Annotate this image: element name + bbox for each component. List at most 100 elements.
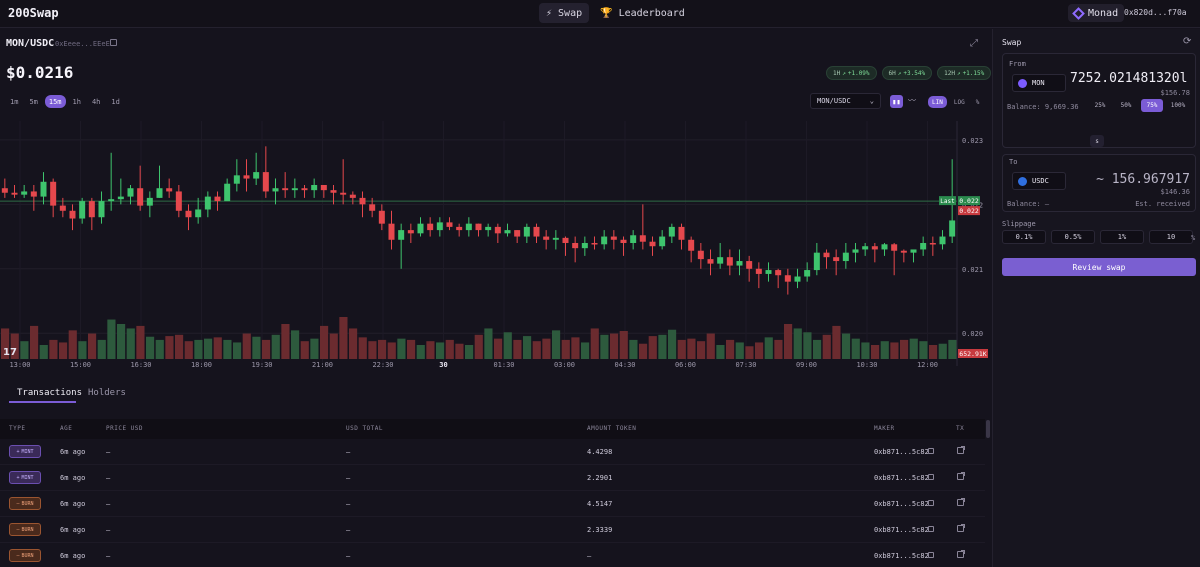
candle-body (50, 181, 57, 206)
type-badge: — BURN (9, 497, 41, 510)
copy-icon[interactable] (110, 39, 117, 46)
app-logo[interactable]: 200Swap (8, 6, 59, 20)
nav-leaderboard[interactable]: 🏆 Leaderboard (593, 3, 692, 23)
external-link-icon[interactable] (957, 524, 965, 532)
scale-log[interactable]: LOG (950, 96, 969, 108)
table-scrollbar[interactable] (986, 420, 990, 438)
to-token-select[interactable]: USDC (1012, 172, 1066, 190)
copy-icon[interactable] (928, 526, 934, 532)
volume-bar (455, 343, 464, 359)
from-amount-input[interactable]: 7252.021481320l (1070, 71, 1194, 86)
external-link-icon[interactable] (957, 550, 965, 558)
candle-body (253, 172, 260, 179)
candle-body (475, 223, 482, 231)
timeframe-15m[interactable]: 15m (44, 95, 66, 108)
nav-swap[interactable]: ⚡ Swap (539, 3, 590, 23)
candle-body (746, 261, 753, 269)
volume-bar (378, 339, 387, 359)
candle-body (233, 175, 240, 184)
scale-lin[interactable]: LIN (928, 96, 947, 108)
network-selector[interactable]: Monad (1068, 4, 1125, 22)
scale-percent[interactable]: % (972, 96, 984, 108)
to-amount: ~ 156.967917 (1096, 172, 1190, 187)
candle-body (456, 226, 463, 231)
timeframe-1d[interactable]: 1d (107, 95, 123, 108)
candle-body (939, 236, 946, 245)
volume-bar (552, 330, 561, 359)
slippage-custom-input[interactable]: 10 (1149, 230, 1193, 244)
slippage-0-5[interactable]: 0.5% (1051, 230, 1095, 244)
volume-bar (571, 337, 580, 359)
external-link-icon[interactable] (957, 446, 965, 454)
wallet-address[interactable]: 0x820d...f70a (1124, 8, 1187, 17)
candle-body (204, 196, 211, 210)
copy-icon[interactable] (928, 474, 934, 480)
review-swap-button[interactable]: Review swap (1002, 258, 1196, 276)
expand-icon[interactable]: ⤢ (970, 38, 978, 49)
volume-bar (349, 328, 358, 359)
candle-body (910, 249, 917, 253)
candle-body (388, 223, 395, 240)
timeframe-1m[interactable]: 1m (6, 95, 22, 108)
maker-cell[interactable]: 0xb871...5c82 (874, 500, 929, 508)
amount-cell: 4.4298 (587, 448, 613, 456)
maker-cell[interactable]: 0xb871...5c82 (874, 526, 929, 534)
current-price-value: 0.022 (959, 207, 979, 215)
refresh-icon[interactable]: ⟳ (1183, 36, 1191, 47)
maker-cell[interactable]: 0xb871...5c82 (874, 552, 929, 560)
percent-100[interactable]: 100% (1167, 99, 1189, 112)
amount-cell: 2.3339 (587, 526, 613, 534)
candle-body (262, 172, 269, 192)
x-tick-label: 09:00 (796, 361, 817, 369)
volume-bar (117, 324, 126, 359)
type-label: BURN (21, 552, 34, 559)
candle-body (929, 243, 936, 245)
x-tick-label: 01:30 (493, 361, 514, 369)
type-label: MINT (21, 474, 34, 481)
external-link-icon[interactable] (957, 498, 965, 506)
candle-body (185, 210, 192, 218)
table-row[interactable]: — BURN 6m ago — —2.3339 0xb871...5c82 (0, 517, 985, 543)
external-link-icon[interactable] (957, 472, 965, 480)
volume-bar (890, 342, 899, 359)
x-tick-label: 22:30 (372, 361, 393, 369)
percent-25[interactable]: 25% (1089, 99, 1111, 112)
timeframe-5m[interactable]: 5m (25, 95, 41, 108)
slippage-1[interactable]: 1% (1100, 230, 1144, 244)
monad-icon (1072, 6, 1085, 20)
slippage-0-1[interactable]: 0.1% (1002, 230, 1046, 244)
candle-body (823, 252, 830, 258)
volume-bar (639, 343, 648, 359)
volume-bar (407, 339, 416, 359)
table-row[interactable]: — BURN 6m ago — —4.5147 0xb871...5c82 (0, 491, 985, 517)
line-type-icon[interactable]: 〰 (908, 95, 916, 106)
table-row[interactable]: — BURN 6m ago — — —0xb871...5c82 (0, 543, 985, 567)
volume-bar (368, 341, 377, 359)
table-row[interactable]: + MINT 6m ago — — 4.4298 0xb871...5c82 (0, 439, 985, 465)
switch-tokens-button[interactable]: s (1090, 135, 1104, 147)
timeframe-1h[interactable]: 1h (69, 95, 85, 108)
candle-body (485, 226, 492, 231)
candle-body (562, 237, 569, 243)
from-token-select[interactable]: MON (1012, 74, 1066, 92)
candlestick-chart[interactable]: 0.023 0.022 0.021 0.020 13:00 15:00 16:30 18:00… (0, 121, 991, 374)
maker-cell[interactable]: 0xb871...5c82 (874, 448, 929, 456)
percent-50[interactable]: 50% (1115, 99, 1137, 112)
copy-icon[interactable] (928, 448, 934, 454)
pair-select[interactable]: MON/USDC ⌄ (810, 93, 881, 109)
tab-holders[interactable]: Holders (88, 388, 126, 398)
trend-up-icon: ↗ (842, 69, 846, 77)
candle-body (11, 192, 18, 195)
candle-body (707, 259, 714, 264)
candle-body (765, 270, 772, 274)
percent-75[interactable]: 75% (1141, 99, 1163, 112)
maker-cell[interactable]: 0xb871...5c82 (874, 474, 929, 482)
timeframe-4h[interactable]: 4h (88, 95, 104, 108)
tab-transactions[interactable]: Transactions (17, 388, 82, 398)
col-price: PRICE USD (106, 425, 144, 432)
copy-icon[interactable] (928, 552, 934, 558)
table-row[interactable]: + MINT 6m ago — — 2.2901 0xb871...5c82 (0, 465, 985, 491)
from-usd-value: $156.78 (1160, 89, 1190, 97)
candles-type-icon[interactable]: ▮▮ (890, 95, 903, 108)
copy-icon[interactable] (928, 500, 934, 506)
